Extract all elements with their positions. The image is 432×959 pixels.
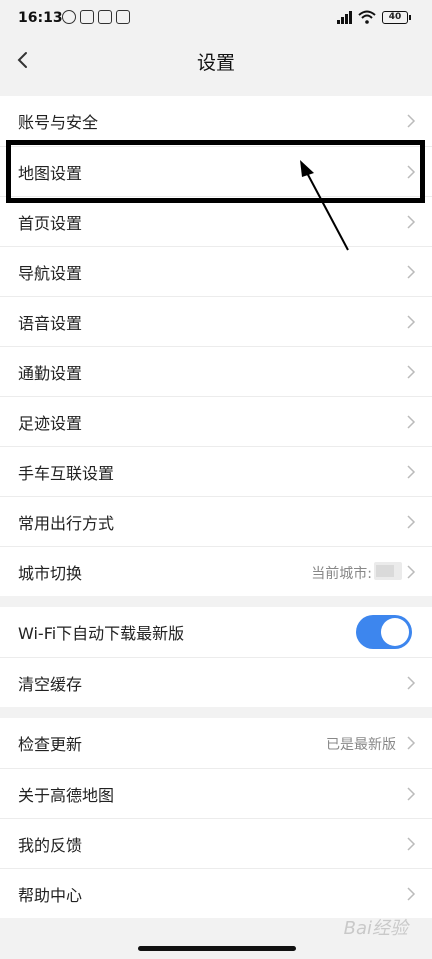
chevron-right-icon (407, 315, 416, 329)
chevron-right-icon (407, 676, 416, 690)
status-time: 16:13 (18, 10, 63, 26)
chevron-right-icon (407, 837, 416, 851)
settings-item-label: 首页设置 (18, 213, 83, 233)
settings-item-travel-mode[interactable]: 常用出行方式 (0, 496, 432, 546)
chevron-right-icon (407, 565, 416, 579)
signal-icon (337, 10, 352, 24)
settings-item-map[interactable]: 地图设置 (0, 146, 432, 196)
settings-item-feedback[interactable]: 我的反馈 (0, 818, 432, 868)
settings-item-label: 导航设置 (18, 263, 83, 283)
settings-item-label: 语音设置 (18, 313, 83, 333)
settings-item-label: 通勤设置 (18, 363, 83, 383)
chevron-right-icon (407, 415, 416, 429)
watermark-logo: Bai经验 (343, 918, 408, 939)
settings-item-check-update[interactable]: 检查更新 已是最新版 (0, 718, 432, 768)
settings-item-label: 地图设置 (18, 163, 83, 183)
settings-item-voice[interactable]: 语音设置 (0, 296, 432, 346)
settings-item-footprint[interactable]: 足迹设置 (0, 396, 432, 446)
chevron-right-icon (407, 365, 416, 379)
alarm-icon (62, 10, 76, 24)
settings-item-account-security[interactable]: 账号与安全 (0, 96, 432, 146)
wifi-icon (358, 10, 376, 24)
chevron-right-icon (407, 736, 416, 750)
settings-item-car-connect[interactable]: 手车互联设置 (0, 446, 432, 496)
chevron-right-icon (407, 465, 416, 479)
settings-item-label: 清空缓存 (18, 674, 83, 694)
toggle-knob (381, 618, 409, 646)
notification-icon (98, 10, 112, 24)
home-indicator[interactable] (138, 946, 296, 951)
settings-item-label: 检查更新 (18, 735, 83, 754)
chevron-right-icon (407, 515, 416, 529)
chevron-right-icon (407, 887, 416, 901)
chevron-right-icon (407, 265, 416, 279)
chevron-right-icon (407, 215, 416, 229)
battery-icon: 40 (382, 10, 411, 24)
settings-item-label: Wi-Fi下自动下载最新版 (18, 624, 185, 643)
settings-item-label: 账号与安全 (18, 113, 99, 132)
settings-group-about: 检查更新 已是最新版 关于高德地图 我的反馈 帮助中心 (0, 718, 432, 918)
settings-item-navigation[interactable]: 导航设置 (0, 246, 432, 296)
settings-item-home[interactable]: 首页设置 (0, 196, 432, 246)
wifi-download-toggle[interactable] (356, 615, 412, 649)
chevron-right-icon (407, 787, 416, 801)
settings-item-wifi-download: Wi-Fi下自动下载最新版 (0, 607, 432, 657)
page-title: 设置 (196, 52, 235, 74)
settings-item-label: 我的反馈 (18, 835, 83, 855)
notification-icon (80, 10, 94, 24)
settings-group-main: 账号与安全 地图设置 首页设置 导航设置 语音设置 通勤设置 足迹设置 手车互联… (0, 96, 432, 596)
chevron-right-icon (407, 165, 416, 179)
update-status: 已是最新版 (326, 737, 396, 753)
current-city-label: 当前城市: (311, 566, 372, 582)
settings-item-label: 关于高德地图 (18, 785, 115, 805)
settings-item-help[interactable]: 帮助中心 (0, 868, 432, 918)
chevron-right-icon (407, 114, 416, 128)
settings-item-label: 手车互联设置 (18, 463, 115, 483)
settings-item-label: 常用出行方式 (18, 513, 115, 533)
settings-group-download: Wi-Fi下自动下载最新版 清空缓存 (0, 607, 432, 707)
notification-icon (116, 10, 130, 24)
settings-item-label: 足迹设置 (18, 413, 83, 433)
page-header: 设置 (0, 36, 432, 84)
settings-item-clear-cache[interactable]: 清空缓存 (0, 657, 432, 707)
city-name-redacted (374, 562, 402, 580)
settings-item-label: 帮助中心 (18, 885, 83, 905)
status-icons (62, 10, 130, 24)
battery-level: 40 (388, 11, 402, 22)
status-bar: 16:13 40 (0, 0, 432, 36)
settings-item-about[interactable]: 关于高德地图 (0, 768, 432, 818)
settings-item-label: 城市切换 (18, 563, 83, 583)
settings-item-city-switch[interactable]: 城市切换 当前城市: (0, 546, 432, 596)
settings-item-commute[interactable]: 通勤设置 (0, 346, 432, 396)
status-right: 40 (337, 10, 411, 24)
